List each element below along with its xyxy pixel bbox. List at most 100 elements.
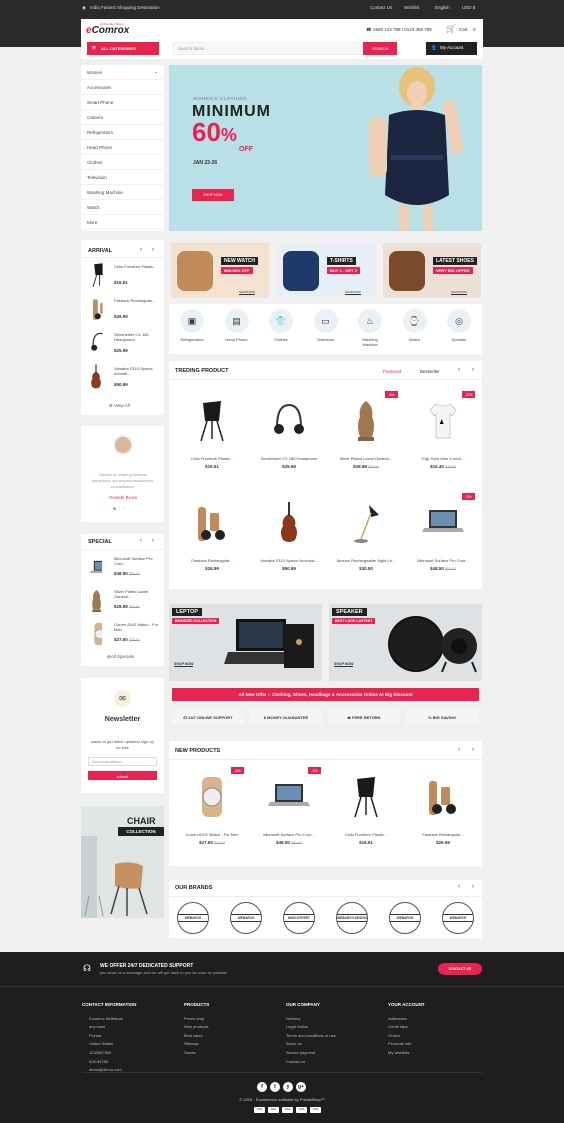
- list-item[interactable]: Curren 8192 Watch - For Men $27.60 $30.00: [81, 620, 164, 650]
- twitter-icon[interactable]: t: [270, 1082, 280, 1092]
- footer-link[interactable]: Delivery: [286, 1015, 336, 1024]
- all-specials-link[interactable]: ⊕All Specials: [107, 654, 134, 660]
- footer-link[interactable]: Legal Notice: [286, 1023, 336, 1032]
- product-card[interactable]: -8% Curren 8192 Watch - For Men $27.60 $30…: [175, 763, 249, 859]
- sidebar-item[interactable]: Refrigerators: [81, 125, 164, 140]
- product-name[interactable]: Cello Furniture Plastic...: [175, 456, 249, 461]
- contact-link[interactable]: Contact Us: [370, 5, 392, 10]
- wishlist-link[interactable]: Wishlist: [404, 5, 420, 10]
- product-name[interactable]: Cello Furniture Plastic...: [114, 264, 160, 269]
- product-card[interactable]: Yamaha F310 Spruce Acoustic... $50.99: [252, 489, 326, 587]
- footer-link[interactable]: My wishlists: [388, 1049, 425, 1058]
- footer-link[interactable]: About us: [286, 1040, 336, 1049]
- cart-label[interactable]: Cart: [459, 27, 468, 32]
- footer-link[interactable]: Ecomrox Multistore: [89, 1015, 136, 1024]
- list-item[interactable]: Yamaha F310 Spruce Acousti... $50.99: [81, 362, 164, 394]
- promo-banner[interactable]: LATEST SHOES VERY BIG OFFER SHOPNOW: [383, 243, 481, 298]
- view-all-link[interactable]: ⊕ View All: [109, 403, 130, 409]
- brand-logo[interactable]: WEBARCH: [442, 902, 474, 934]
- arrow-right-icon[interactable]: ›: [472, 747, 474, 753]
- tab-bestseller[interactable]: Bestseller: [420, 369, 440, 374]
- footer-link[interactable]: Stores: [184, 1049, 209, 1058]
- footer-link[interactable]: any town: [89, 1023, 136, 1032]
- laptop-banner[interactable]: LEPTOP BRANDED COLLECTION SHOP NOW: [169, 604, 322, 681]
- footer-link[interactable]: Personal info: [388, 1040, 425, 1049]
- tab-featured[interactable]: Featured: [383, 369, 401, 374]
- language-select[interactable]: English: [435, 5, 450, 10]
- footer-link[interactable]: United States: [89, 1040, 136, 1049]
- brand-logo[interactable]: WEBARCH: [389, 902, 421, 934]
- footer-link[interactable]: demo@demo.com: [89, 1066, 136, 1075]
- category-item[interactable]: ◎ Speaker: [444, 309, 474, 342]
- footer-link[interactable]: New products: [184, 1023, 209, 1032]
- youtube-icon[interactable]: y: [283, 1082, 293, 1092]
- product-name[interactable]: Fastrack Rectangular...: [406, 832, 480, 837]
- product-card[interactable]: -5% Microsoft Surface Pro Core... $48.50 $…: [406, 489, 480, 587]
- product-card[interactable]: Cello Furniture Plastic... $16.51: [175, 387, 249, 485]
- category-item[interactable]: ▣ Refrigerators: [177, 309, 207, 342]
- sidebar-item[interactable]: Clothes: [81, 155, 164, 170]
- footer-link[interactable]: Credit slips: [388, 1023, 425, 1032]
- google-plus-icon[interactable]: g+: [296, 1082, 306, 1092]
- footer-link[interactable]: Orders: [388, 1032, 425, 1041]
- product-name[interactable]: Sennheiser CX 180 Headphone: [252, 456, 326, 461]
- arrow-left-icon[interactable]: ‹: [458, 884, 460, 890]
- laptop-shop-link[interactable]: SHOP NOW: [174, 662, 194, 667]
- product-card[interactable]: Fastrack Rectangular... $26.99: [175, 489, 249, 587]
- currency-select[interactable]: USD $: [462, 5, 475, 10]
- brand-logo[interactable]: WEBARCH: [230, 902, 262, 934]
- product-card[interactable]: -5% Silver Plated Laxmi Ganesh... $28.98 $…: [329, 387, 403, 485]
- submit-button[interactable]: submit: [88, 771, 157, 780]
- sidebar-item[interactable]: Head Phone: [81, 140, 164, 155]
- arrow-right-icon[interactable]: ›: [152, 247, 154, 253]
- sidebar-item[interactable]: Accessories: [81, 80, 164, 95]
- footer-link[interactable]: Secure payment: [286, 1049, 336, 1058]
- arrow-right-icon[interactable]: ›: [472, 367, 474, 373]
- list-item[interactable]: Silver Plated Laxmi Ganesh... $28.98 $30.…: [81, 587, 164, 617]
- footer-link[interactable]: 1234567890: [89, 1049, 136, 1058]
- sidebar-item[interactable]: Television: [81, 170, 164, 185]
- product-card[interactable]: Aimrow Rechargeable Night Le... $30.50: [329, 489, 403, 587]
- sidebar-item[interactable]: Camera: [81, 110, 164, 125]
- category-item[interactable]: 👕 Clothes: [266, 309, 296, 342]
- product-card[interactable]: -3% Microsoft Surface Pro Core... $48.50 $…: [252, 763, 326, 859]
- product-name[interactable]: Microsoft Surface Pro Core...: [114, 556, 160, 566]
- product-name[interactable]: Microsoft Surface Pro Core...: [252, 832, 326, 837]
- promo-banner[interactable]: NEW WATCH MIN.50% OFF SHOPNOW: [171, 243, 269, 298]
- footer-link[interactable]: Florida: [89, 1032, 136, 1041]
- product-card[interactable]: Fastrack Rectangular... $26.99: [406, 763, 480, 859]
- promo-banner[interactable]: T-SHIRTS BUY 1 - GET 2 SHOPNOW: [277, 243, 375, 298]
- cart-icon[interactable]: 🛒: [446, 24, 456, 33]
- hero-shop-button[interactable]: SHOP NOW: [192, 189, 234, 201]
- product-name[interactable]: Silver Plated Laxmi Ganesh...: [114, 589, 160, 599]
- footer-link[interactable]: Contact us: [286, 1058, 336, 1067]
- arrow-left-icon[interactable]: ‹: [458, 367, 460, 373]
- promo-shop-link[interactable]: SHOPNOW: [239, 290, 255, 295]
- email-field[interactable]: Your email address: [88, 757, 157, 766]
- list-item[interactable]: Cello Furniture Plastic... $16.51: [81, 260, 164, 292]
- footer-link[interactable]: Prices drop: [184, 1015, 209, 1024]
- sidebar-item[interactable]: Washing Machine: [81, 185, 164, 200]
- promo-shop-link[interactable]: SHOPNOW: [345, 290, 361, 295]
- footer-link[interactable]: Sitemap: [184, 1040, 209, 1049]
- arrow-left-icon[interactable]: ‹: [458, 747, 460, 753]
- all-categories-button[interactable]: ☰ ALL CATEGORIES: [87, 42, 159, 55]
- product-name[interactable]: Yamaha F310 Spruce Acousti...: [114, 366, 160, 376]
- product-name[interactable]: Yamaha F310 Spruce Acoustic...: [252, 558, 326, 563]
- product-name[interactable]: Trigr Solid Men V-neck...: [406, 456, 480, 461]
- product-name[interactable]: Curren 8192 Watch - For Men: [175, 832, 249, 837]
- arrow-right-icon[interactable]: ›: [472, 884, 474, 890]
- sidebar-item[interactable]: More: [81, 215, 164, 230]
- brand-logo[interactable]: WEBARCH: [177, 902, 209, 934]
- sidebar-item[interactable]: Smart Phone: [81, 95, 164, 110]
- product-card[interactable]: Cello Furniture Plastic... $16.51: [329, 763, 403, 859]
- brand-logo[interactable]: WEBARCH DESIGN: [336, 902, 368, 934]
- product-name[interactable]: Fastrack Rectangular...: [175, 558, 249, 563]
- product-card[interactable]: Sennheiser CX 180 Headphone $25.99: [252, 387, 326, 485]
- product-name[interactable]: Fastrack Rectangular...: [114, 298, 160, 303]
- footer-link[interactable]: Addresses: [388, 1015, 425, 1024]
- footer-link[interactable]: Best sales: [184, 1032, 209, 1041]
- footer-link[interactable]: Terms and conditions of use: [286, 1032, 336, 1041]
- logo[interactable]: eComrox Online Buy Shop: [86, 22, 129, 36]
- brand-logo[interactable]: MODI EXPERT: [283, 902, 315, 934]
